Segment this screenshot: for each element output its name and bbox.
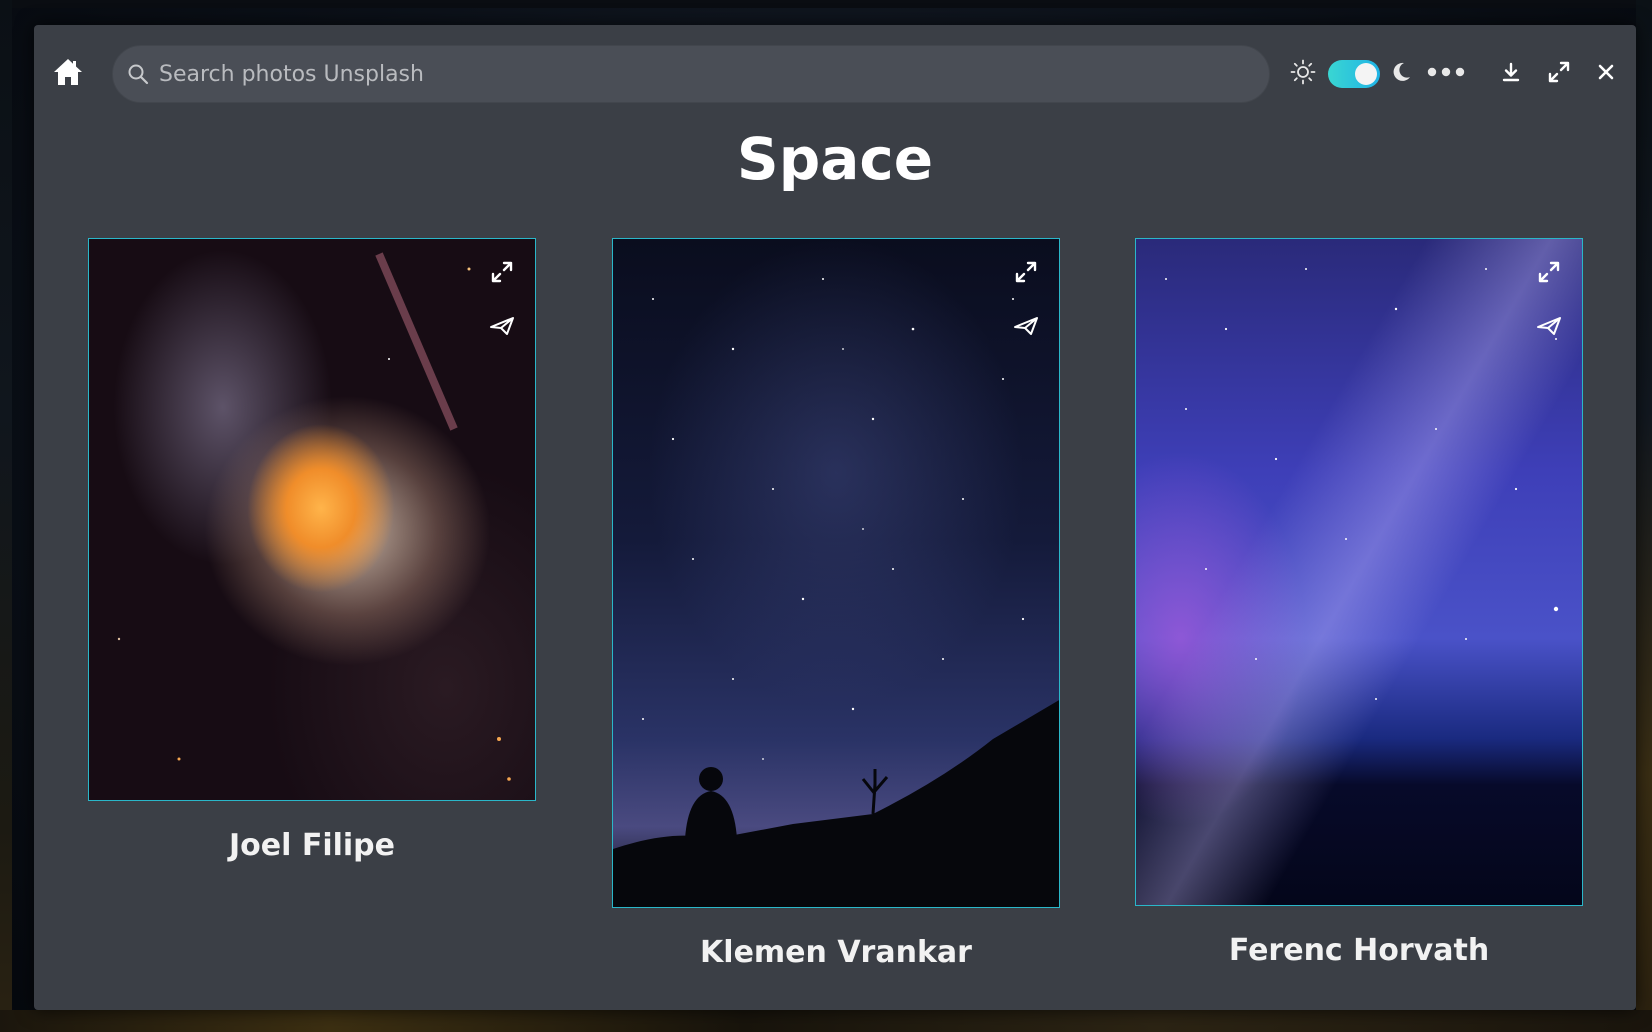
menu-button[interactable] — [1424, 57, 1468, 87]
desktop-wallpaper-right — [1636, 0, 1652, 1032]
sun-icon — [1290, 59, 1316, 85]
expand-button[interactable] — [487, 259, 517, 285]
send-icon — [490, 317, 514, 335]
share-button[interactable] — [487, 313, 517, 339]
expand-button[interactable] — [1534, 259, 1564, 285]
photo-author[interactable]: Joel Filipe — [88, 828, 536, 863]
photo-card[interactable]: Joel Filipe — [88, 238, 536, 898]
more-icon — [1427, 67, 1465, 77]
download-icon — [1502, 62, 1520, 82]
maximize-icon — [1548, 61, 1570, 83]
fullscreen-button[interactable] — [1546, 57, 1572, 87]
moon-icon — [1393, 62, 1410, 81]
search-icon — [128, 64, 149, 85]
desktop-wallpaper-top — [0, 0, 1652, 8]
expand-button[interactable] — [1011, 259, 1041, 285]
desktop-wallpaper-left — [0, 0, 12, 1032]
dark-mode-button[interactable] — [1388, 57, 1414, 87]
photo-thumbnail[interactable] — [1135, 238, 1583, 906]
home-button[interactable] — [52, 57, 86, 87]
desktop-wallpaper-bottom — [0, 1010, 1652, 1032]
expand-icon — [1538, 261, 1560, 283]
header-bar — [34, 25, 1636, 125]
photo-thumbnail[interactable] — [88, 238, 536, 801]
light-mode-button[interactable] — [1289, 57, 1317, 87]
expand-icon — [1015, 261, 1037, 283]
expand-icon — [491, 261, 513, 283]
search-bar[interactable] — [112, 45, 1270, 103]
close-button[interactable] — [1594, 57, 1618, 87]
download-button[interactable] — [1499, 57, 1523, 87]
dark-mode-toggle[interactable] — [1328, 60, 1380, 88]
share-button[interactable] — [1534, 313, 1564, 339]
photo-card[interactable]: Klemen Vrankar — [612, 238, 1060, 998]
toggle-knob — [1355, 63, 1377, 85]
photo-stars — [1165, 268, 1559, 700]
photo-thumbnail[interactable] — [612, 238, 1060, 908]
close-icon — [1598, 64, 1614, 80]
share-button[interactable] — [1011, 313, 1041, 339]
collection-title: Space — [736, 125, 934, 193]
photo-stars — [613, 278, 1059, 907]
photo-card[interactable]: Ferenc Horvath — [1135, 238, 1583, 998]
photo-author[interactable]: Ferenc Horvath — [1135, 933, 1583, 968]
photo-author[interactable]: Klemen Vrankar — [612, 935, 1060, 970]
home-icon — [54, 59, 82, 85]
search-input[interactable] — [149, 54, 1269, 94]
send-icon — [1014, 317, 1038, 335]
send-icon — [1537, 317, 1561, 335]
app-window: Space Joel Filipe — [34, 25, 1636, 1010]
photo-stars — [117, 252, 511, 781]
